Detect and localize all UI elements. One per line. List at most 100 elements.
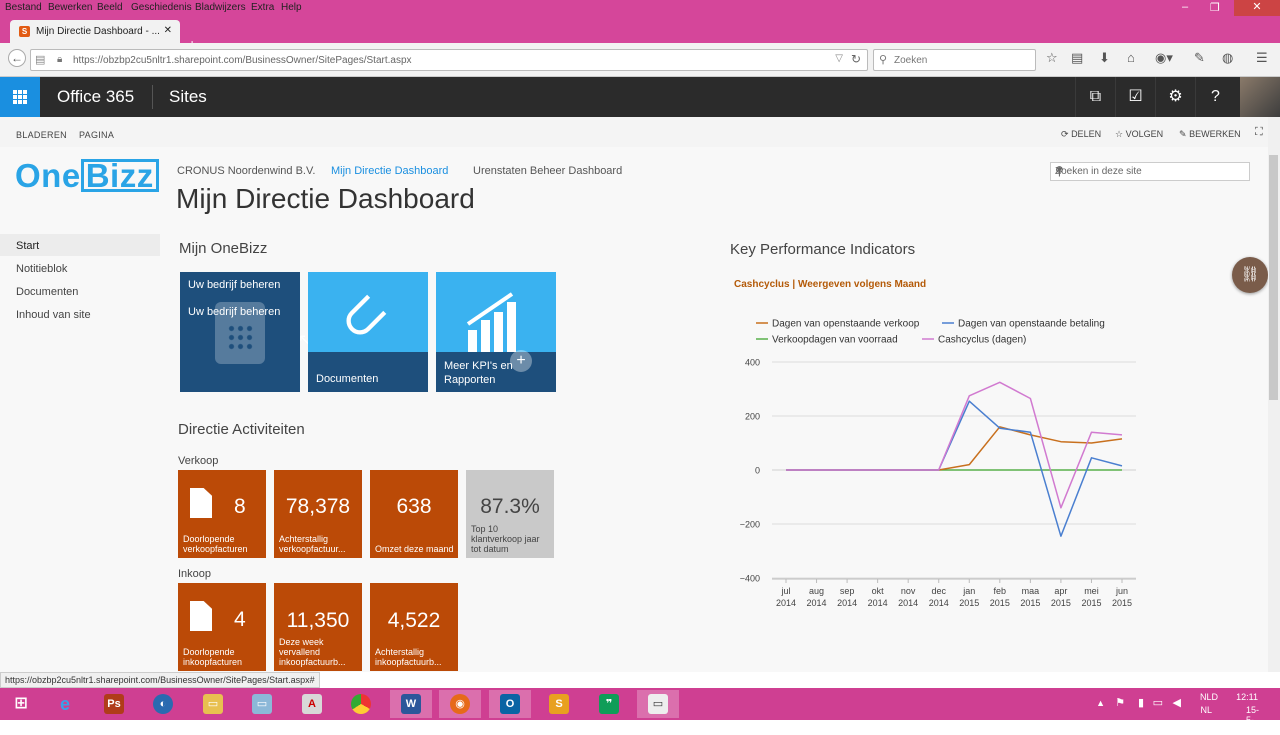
start-button[interactable]: ⊞ bbox=[0, 690, 42, 718]
kpi-tile-purchase-overdue[interactable]: 4,522 Achterstallig inkoopfactuurb... bbox=[370, 583, 458, 671]
app-launcher-icon[interactable] bbox=[0, 77, 40, 117]
site-search-input[interactable]: Zoeken in deze site ▼ ⚲ bbox=[1050, 162, 1250, 181]
x-tick-label-year: 2014 bbox=[929, 598, 949, 607]
browser-tab[interactable]: S Mijn Directie Dashboard - ... ✕ bbox=[10, 20, 180, 43]
taskbar-word[interactable]: W bbox=[390, 690, 432, 718]
skype-business-icon: S bbox=[549, 694, 569, 714]
taskbar-explorer[interactable]: ▭ bbox=[192, 690, 234, 718]
tile-uw-bedrijf[interactable]: Uw bedrijf beheren Uw bedrijf beheren ↖ bbox=[180, 272, 311, 392]
bookmark-star-icon[interactable]: ☆ bbox=[1046, 50, 1058, 66]
taskbar-acrobat[interactable]: A bbox=[291, 690, 333, 718]
leftnav-item-documenten[interactable]: Documenten bbox=[16, 286, 78, 298]
menu-view[interactable]: Beeld bbox=[97, 2, 123, 13]
close-tab-icon[interactable]: ✕ bbox=[164, 25, 172, 36]
taskbar-hangouts[interactable]: ❞ bbox=[588, 690, 630, 718]
close-window-icon[interactable]: ✕ bbox=[1234, 0, 1280, 16]
url-dropdown-icon[interactable]: ▽ bbox=[835, 53, 843, 64]
volume-icon[interactable]: ◀ bbox=[1173, 696, 1181, 709]
flag-icon[interactable]: ⚑ bbox=[1115, 696, 1125, 709]
kpi-value: 8 bbox=[234, 495, 246, 518]
clock-date[interactable]: 15-5-2015 bbox=[1246, 705, 1266, 735]
settings-gear-icon[interactable]: ⚙ bbox=[1155, 77, 1195, 117]
user-avatar[interactable] bbox=[1240, 77, 1280, 117]
office365-brand[interactable]: Office 365 bbox=[57, 87, 134, 107]
hamburger-menu-icon[interactable]: ☰ bbox=[1256, 50, 1268, 66]
legend-label: Cashcyclus (dagen) bbox=[938, 335, 1026, 346]
menu-bookmarks[interactable]: Bladwijzers bbox=[195, 2, 246, 13]
menu-tools[interactable]: Extra bbox=[251, 2, 274, 13]
kpi-tile-purchase-due-week[interactable]: 11,350 Deze week vervallend inkoopfactuu… bbox=[274, 583, 362, 671]
focus-mode-icon[interactable]: ⛶ bbox=[1255, 126, 1263, 139]
onebizz-logo[interactable]: One Bizz bbox=[15, 157, 159, 195]
chart-subtitle[interactable]: Cashcyclus | Weergeven volgens Maand bbox=[734, 279, 926, 290]
home-icon[interactable]: ⌂ bbox=[1127, 50, 1135, 65]
browser-search-field[interactable]: ⚲ Zoeken bbox=[873, 49, 1036, 71]
sites-link[interactable]: Sites bbox=[169, 87, 207, 107]
taskbar-outlook[interactable]: O bbox=[489, 690, 531, 718]
edit-action[interactable]: ✎ BEWERKEN bbox=[1179, 129, 1241, 140]
acrobat-icon: A bbox=[302, 694, 322, 714]
site-search-icon[interactable]: ⚲ bbox=[1055, 164, 1245, 178]
kpi-tile-revenue-month[interactable]: 638 Omzet deze maand bbox=[370, 470, 458, 558]
adblock-icon[interactable]: ◉▾ bbox=[1155, 50, 1173, 66]
taskbar-app14[interactable]: ▭ bbox=[637, 690, 679, 718]
share-icon: ⟳ bbox=[1061, 129, 1069, 139]
leftnav-item-notitieblok[interactable]: Notitieblok bbox=[16, 263, 67, 275]
minimize-icon[interactable]: – bbox=[1182, 1, 1188, 13]
menu-help[interactable]: Help bbox=[281, 2, 302, 13]
maximize-icon[interactable]: ❐ bbox=[1210, 1, 1220, 14]
kpi-tile-purchase-open[interactable]: 4 Doorlopende inkoopfacturen bbox=[178, 583, 266, 671]
menu-history[interactable]: Geschiedenis bbox=[131, 2, 192, 13]
download-icon[interactable]: ⬇ bbox=[1099, 50, 1110, 66]
x-tick-label-month: apr bbox=[1054, 586, 1067, 596]
taskbar-photoshop[interactable]: Ps bbox=[93, 690, 135, 718]
taskbar-app5[interactable]: ▭ bbox=[241, 690, 283, 718]
power-icon[interactable]: ▮ bbox=[1138, 696, 1144, 709]
keyboard-code[interactable]: NL bbox=[1200, 705, 1212, 715]
x-tick-label-year: 2015 bbox=[990, 598, 1010, 607]
x-tick-label-month: mei bbox=[1084, 586, 1099, 596]
taskbar-ie[interactable]: e bbox=[44, 690, 86, 718]
taskbar-chrome[interactable] bbox=[340, 690, 382, 718]
help-icon[interactable]: ? bbox=[1195, 77, 1235, 117]
display-icon[interactable]: ▭ bbox=[1153, 696, 1163, 709]
menu-edit[interactable]: Bewerken bbox=[48, 2, 92, 13]
chart-unlink-button[interactable]: ⛓ bbox=[1232, 257, 1268, 293]
cashcycle-line-chart: Dagen van openstaande verkoop Dagen van o… bbox=[740, 319, 1136, 607]
back-icon[interactable]: ← bbox=[8, 49, 26, 67]
clock-time[interactable]: 12:11 bbox=[1236, 692, 1258, 702]
kpi-tile-top10[interactable]: 87.3% Top 10 klantverkoop jaar tot datum bbox=[466, 470, 554, 558]
tray-expand-icon[interactable]: ▲ bbox=[1096, 698, 1105, 708]
extension-icon[interactable]: ✎ bbox=[1194, 50, 1205, 66]
taskbar-skype[interactable]: S bbox=[538, 690, 580, 718]
share-action[interactable]: ⟳ DELEN bbox=[1061, 129, 1101, 140]
language-code[interactable]: NLD bbox=[1200, 692, 1218, 702]
kpi-label: Doorlopende inkoopfacturen bbox=[183, 647, 243, 667]
follow-action[interactable]: ☆ VOLGEN bbox=[1115, 129, 1163, 140]
reading-list-icon[interactable]: ▤ bbox=[1071, 50, 1083, 66]
logo-text-one: One bbox=[15, 157, 81, 194]
kpi-tile-sales-overdue[interactable]: 78,378 Achterstallig verkoopfactuur... bbox=[274, 470, 362, 558]
address-bar[interactable]: ▤ 🔒︎ https://obzbp2cu5nltr1.sharepoint.c… bbox=[30, 49, 868, 71]
tile-meer-kpis[interactable]: + Meer KPI's en Rapporten bbox=[436, 272, 556, 392]
leftnav-item-inhoud[interactable]: Inhoud van site bbox=[16, 309, 91, 321]
skype-icon[interactable]: ⧉ bbox=[1075, 77, 1115, 117]
scrollbar-thumb[interactable] bbox=[1269, 155, 1278, 400]
breadcrumb-current[interactable]: Mijn Directie Dashboard bbox=[331, 165, 448, 177]
x-tick-label-year: 2014 bbox=[837, 598, 857, 607]
tile-documenten[interactable]: ⊂ Documenten bbox=[308, 272, 428, 392]
reload-icon[interactable]: ↻ bbox=[851, 52, 861, 66]
tab-pagina[interactable]: PAGINA bbox=[79, 130, 114, 140]
menu-file[interactable]: Bestand bbox=[5, 2, 42, 13]
page-info-icon[interactable]: ▤ bbox=[35, 53, 45, 66]
kpi-value: 4 bbox=[234, 608, 246, 631]
chat-icon[interactable]: ◍ bbox=[1222, 50, 1233, 66]
kpi-tile-sales-open[interactable]: 8 Doorlopende verkoopfacturen bbox=[178, 470, 266, 558]
breadcrumb-home[interactable]: CRONUS Noordenwind B.V. bbox=[177, 165, 315, 177]
tab-bladeren[interactable]: BLADEREN bbox=[16, 130, 67, 140]
breadcrumb-urenstaten[interactable]: Urenstaten Beheer Dashboard bbox=[473, 165, 622, 177]
leftnav-item-start[interactable]: Start bbox=[16, 240, 39, 252]
tasks-icon[interactable]: ☑ bbox=[1115, 77, 1155, 117]
taskbar-firefox[interactable]: ◉ bbox=[439, 690, 481, 718]
taskbar-app3[interactable]: ◐ bbox=[142, 690, 184, 718]
